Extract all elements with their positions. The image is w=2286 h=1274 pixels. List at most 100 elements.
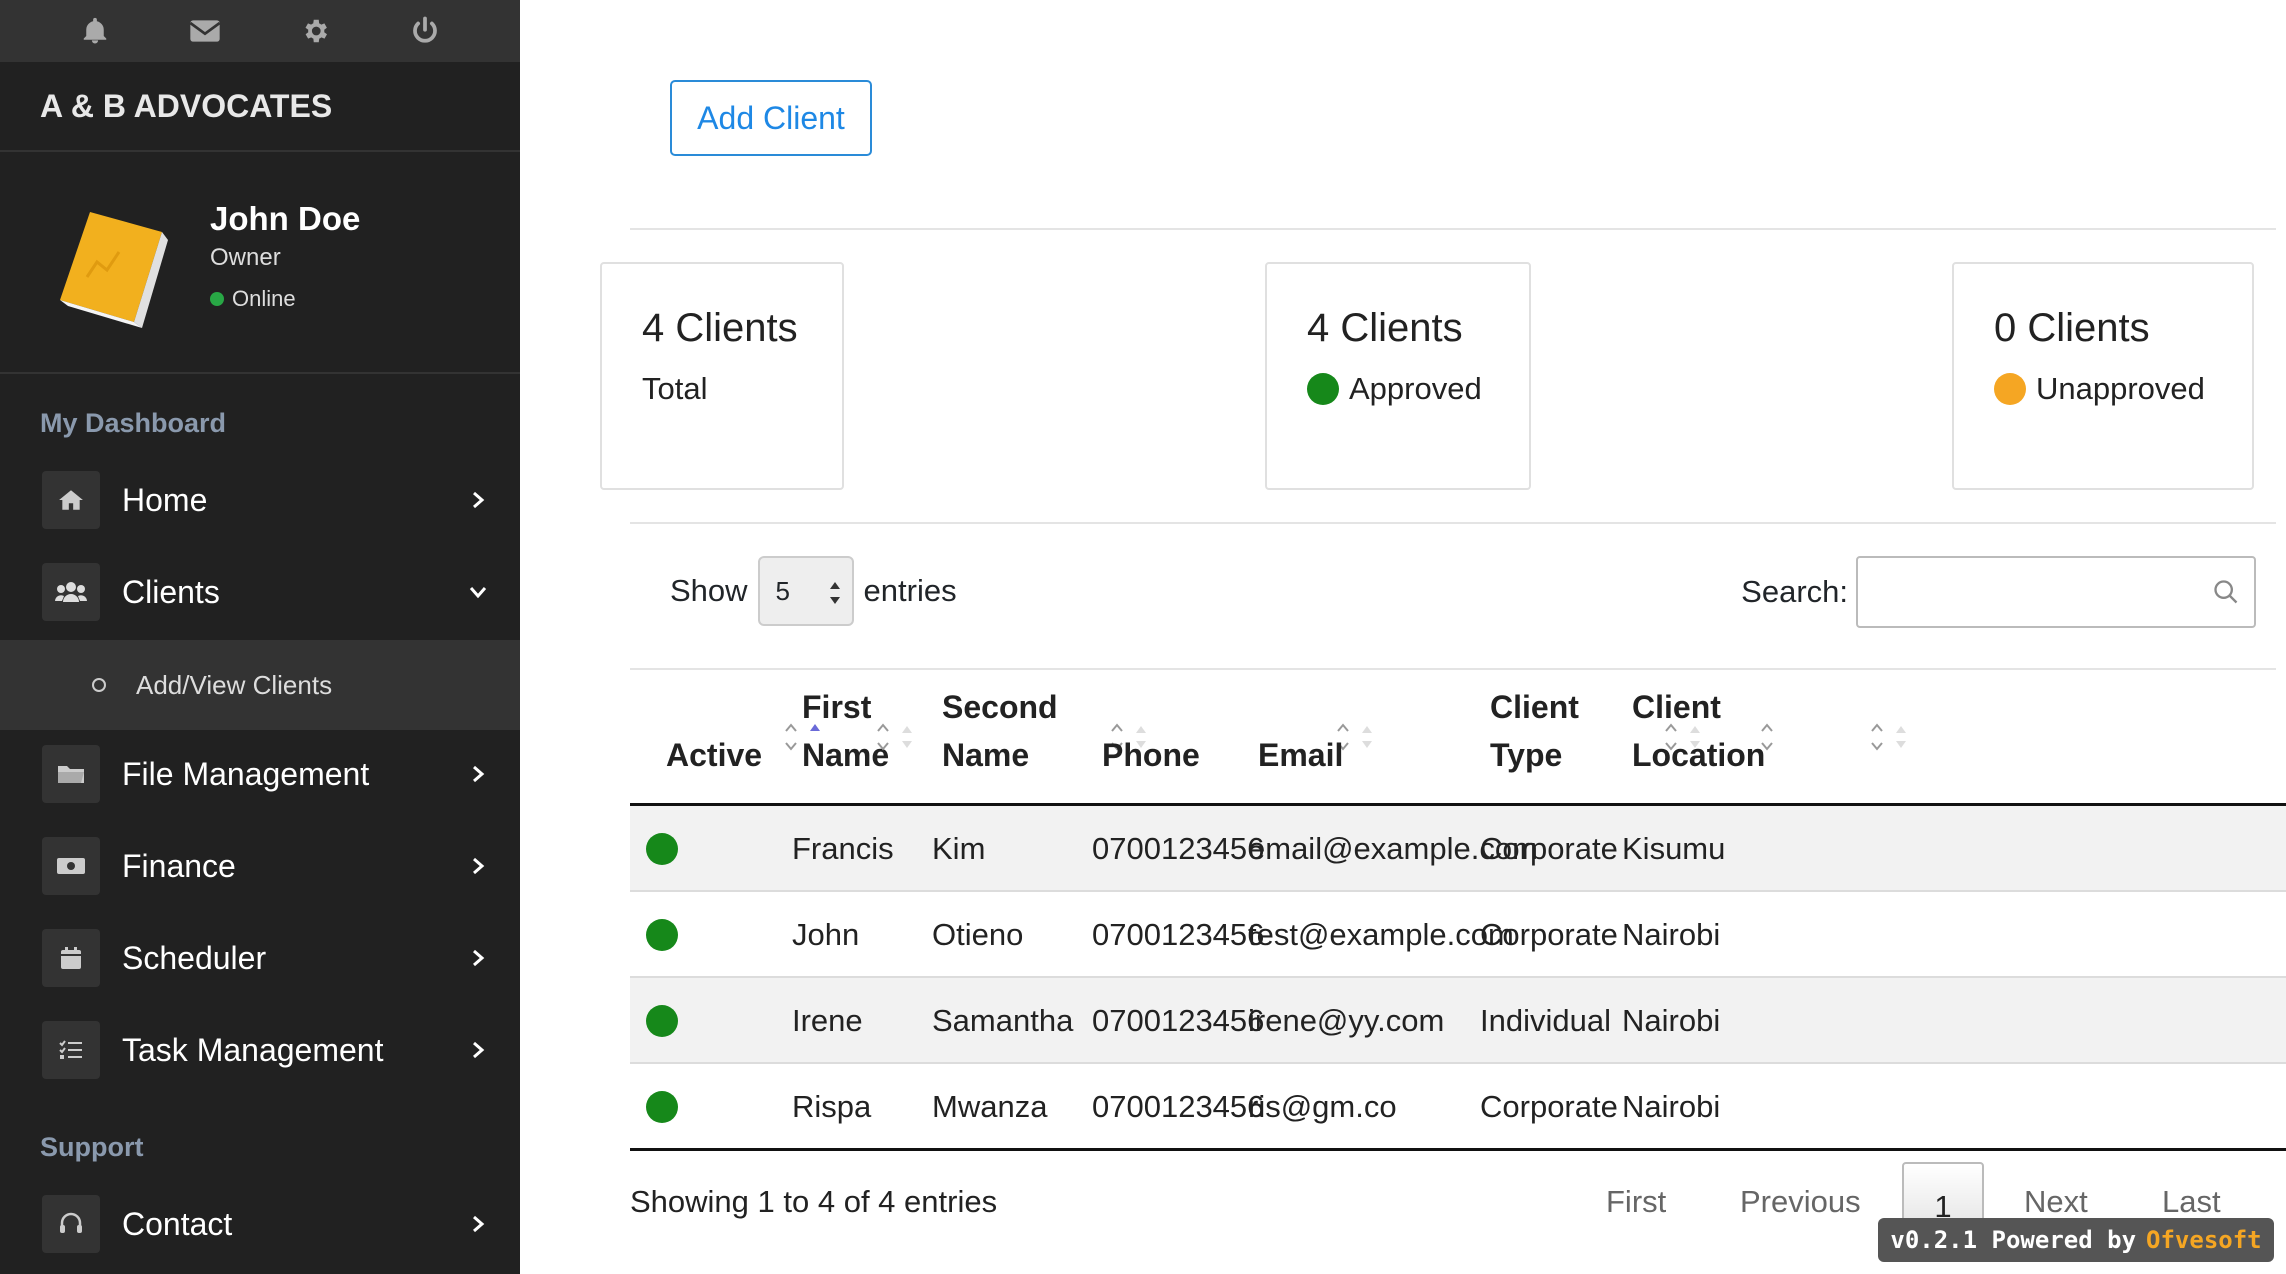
unapproved-status-dot bbox=[1994, 373, 2026, 405]
money-icon bbox=[42, 837, 100, 895]
pagination-first[interactable]: First bbox=[1606, 1162, 1666, 1242]
powered-by-brand: Ofvesoft bbox=[2146, 1226, 2262, 1254]
active-status-dot bbox=[646, 1091, 678, 1123]
column-header-text: Email bbox=[1258, 737, 1344, 773]
active-status-dot bbox=[646, 919, 678, 951]
user-status-label: Online bbox=[232, 286, 296, 311]
unapproved-clients-card: 0 Clients Unapproved bbox=[1952, 262, 2254, 490]
sidebar-item-task-management[interactable]: Task Management bbox=[0, 1004, 520, 1096]
sidebar-top-icons bbox=[0, 0, 520, 62]
sort-icon[interactable] bbox=[1868, 721, 1916, 753]
online-status-dot bbox=[210, 292, 224, 306]
column-header-phone[interactable]: Phone bbox=[1102, 731, 1200, 779]
avatar bbox=[52, 202, 172, 332]
chevron-right-icon bbox=[466, 946, 490, 970]
column-header-text: Name bbox=[942, 737, 1030, 773]
table-header: Active First Name Second Name Phone Emai… bbox=[630, 689, 2286, 806]
table-row[interactable]: Rispa Mwanza 0700123456 ris@gm.co Corpor… bbox=[630, 1064, 2286, 1150]
folder-icon bbox=[42, 745, 100, 803]
main-content: Add Client 4 Clients Total 4 Clients App… bbox=[520, 0, 2286, 1274]
column-header-client-type[interactable]: Client Type bbox=[1490, 683, 1579, 779]
approved-status-dot bbox=[1307, 373, 1339, 405]
user-role: Owner bbox=[210, 244, 281, 271]
column-header-text: Location bbox=[1632, 737, 1766, 773]
calendar-icon bbox=[42, 929, 100, 987]
headset-icon bbox=[42, 1195, 100, 1253]
column-header-text: Type bbox=[1490, 737, 1563, 773]
card-label: Approved bbox=[1349, 371, 1482, 406]
card-label: Unapproved bbox=[2036, 371, 2205, 406]
cell-email: irene@yy.com bbox=[1248, 1003, 1445, 1038]
envelope-icon[interactable] bbox=[185, 11, 225, 51]
card-label-row: Total bbox=[642, 371, 842, 407]
add-client-button[interactable]: Add Client bbox=[670, 80, 872, 156]
sidebar-subitem-add-view-clients[interactable]: Add/View Clients bbox=[0, 640, 520, 730]
entries-select[interactable]: 5 bbox=[757, 556, 854, 626]
sidebar-item-scheduler[interactable]: Scheduler bbox=[0, 912, 520, 1004]
bell-icon[interactable] bbox=[75, 11, 115, 51]
home-icon bbox=[42, 471, 100, 529]
sidebar-item-clients[interactable]: Clients bbox=[0, 546, 520, 638]
user-status: Online bbox=[210, 286, 296, 312]
active-status-dot bbox=[646, 833, 678, 865]
column-header-active[interactable]: Active bbox=[666, 731, 762, 779]
total-clients-card: 4 Clients Total bbox=[600, 262, 844, 490]
sidebar-item-finance[interactable]: Finance bbox=[0, 820, 520, 912]
table-row[interactable]: Irene Samantha 0700123456 irene@yy.com I… bbox=[630, 978, 2286, 1064]
user-profile: John Doe Owner Online bbox=[0, 152, 520, 374]
column-header-text: Second bbox=[942, 689, 1058, 725]
column-header-second-name[interactable]: Second Name bbox=[942, 683, 1058, 779]
chevron-right-icon bbox=[466, 762, 490, 786]
sort-icon[interactable] bbox=[874, 721, 922, 753]
column-header-text: Client bbox=[1490, 689, 1579, 725]
cell-client-type: Corporate bbox=[1480, 831, 1618, 866]
sidebar-item-contact[interactable]: Contact bbox=[0, 1178, 520, 1270]
table-row[interactable]: John Otieno 0700123456 test@example.com … bbox=[630, 892, 2286, 978]
cell-client-location: Nairobi bbox=[1622, 1089, 1721, 1124]
sidebar-item-home[interactable]: Home bbox=[0, 454, 520, 546]
card-count: 4 Clients bbox=[1307, 306, 1463, 350]
brand-title[interactable]: A & B ADVOCATES bbox=[0, 62, 520, 152]
sidebar-item-file-management[interactable]: File Management bbox=[0, 728, 520, 820]
table-info: Showing 1 to 4 of 4 entries bbox=[630, 1184, 998, 1219]
search-icon bbox=[2214, 580, 2238, 604]
cell-first-name: Rispa bbox=[792, 1089, 872, 1124]
card-label-row: Approved bbox=[1307, 371, 1529, 407]
cell-second-name: Otieno bbox=[932, 917, 1024, 952]
cell-client-location: Nairobi bbox=[1622, 917, 1721, 952]
card-count: 0 Clients bbox=[1994, 306, 2150, 350]
section-my-dashboard: My Dashboard bbox=[40, 408, 227, 438]
sidebar-item-label: Contact bbox=[122, 1205, 233, 1242]
chevron-right-icon bbox=[466, 854, 490, 878]
users-icon bbox=[42, 563, 100, 621]
cell-phone: 0700123456 bbox=[1092, 917, 1265, 952]
pagination-previous[interactable]: Previous bbox=[1740, 1162, 1861, 1242]
cell-first-name: Francis bbox=[792, 831, 894, 866]
column-header-text: Active bbox=[666, 737, 763, 773]
powered-by-text: v0.2.1 Powered by bbox=[1890, 1226, 2137, 1254]
card-count: 4 Clients bbox=[642, 306, 798, 350]
chevron-right-icon bbox=[466, 488, 490, 512]
divider bbox=[630, 668, 2276, 670]
table-row[interactable]: Francis Kim 0700123456 email@example.com… bbox=[630, 806, 2286, 892]
search-input[interactable] bbox=[1858, 558, 2254, 626]
sort-icon[interactable] bbox=[1758, 721, 1778, 753]
sidebar-item-label: File Management bbox=[122, 755, 370, 792]
column-header-email[interactable]: Email bbox=[1258, 731, 1343, 779]
select-arrows-icon bbox=[829, 582, 840, 604]
card-label-row: Unapproved bbox=[1994, 371, 2252, 407]
search-label: Search: bbox=[1741, 574, 1848, 609]
cell-phone: 0700123456 bbox=[1092, 1089, 1265, 1124]
gear-icon[interactable] bbox=[295, 11, 335, 51]
sidebar-item-label: Scheduler bbox=[122, 939, 267, 976]
chevron-right-icon bbox=[466, 1212, 490, 1236]
cell-email: ris@gm.co bbox=[1248, 1089, 1397, 1124]
sidebar-item-label: Home bbox=[122, 481, 208, 518]
column-header-text: Phone bbox=[1102, 737, 1200, 773]
cell-client-location: Nairobi bbox=[1622, 1003, 1721, 1038]
power-icon[interactable] bbox=[405, 11, 445, 51]
entries-select-value: 5 bbox=[775, 575, 791, 606]
cell-second-name: Kim bbox=[932, 831, 986, 866]
section-support: Support bbox=[40, 1132, 144, 1162]
column-header-client-location[interactable]: Client Location bbox=[1632, 683, 1765, 779]
